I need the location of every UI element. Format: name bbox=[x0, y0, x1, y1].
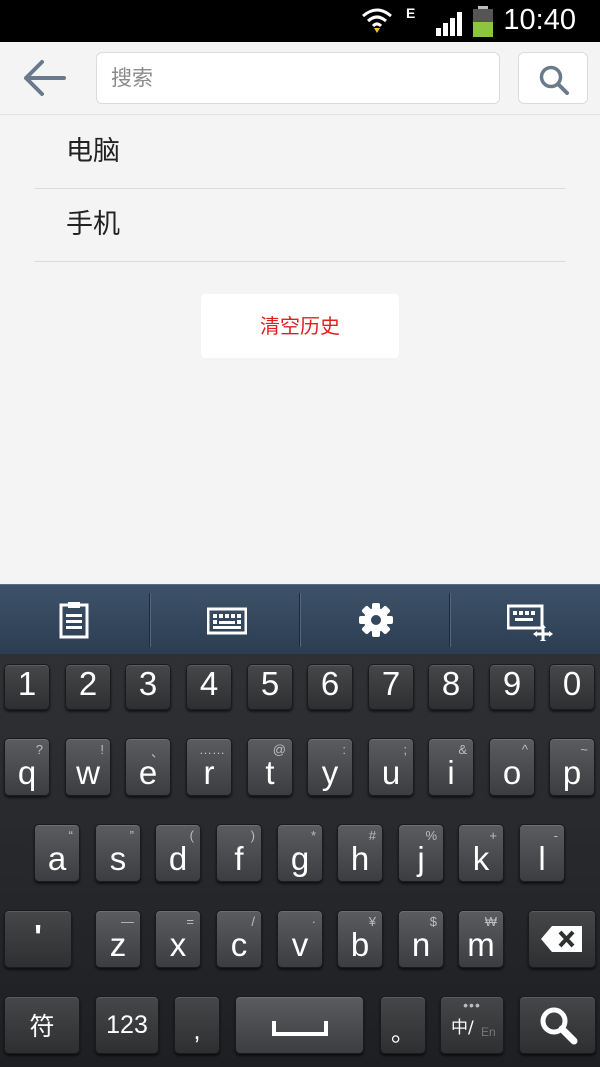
key-8[interactable]: 8 bbox=[428, 664, 474, 710]
clock: 10:40 bbox=[503, 4, 576, 36]
key-5[interactable]: 5 bbox=[247, 664, 293, 710]
search-input[interactable] bbox=[96, 52, 500, 104]
status-bar: E 10:40 bbox=[0, 0, 600, 42]
clear-history-button[interactable]: 清空历史 bbox=[201, 294, 399, 358]
key-r[interactable]: …… r bbox=[186, 738, 232, 796]
key-y[interactable]: :y bbox=[307, 738, 353, 796]
network-type: E bbox=[406, 5, 416, 21]
key-p[interactable]: ~ p bbox=[549, 738, 595, 796]
key-search[interactable] bbox=[519, 996, 596, 1054]
wifi-icon bbox=[360, 6, 394, 40]
keyboard-resize-button[interactable] bbox=[450, 585, 600, 655]
key-comma[interactable]: , bbox=[174, 996, 220, 1054]
key-0[interactable]: 0 bbox=[549, 664, 595, 710]
keyboard-icon bbox=[207, 607, 247, 635]
key-a[interactable]: “a bbox=[34, 824, 80, 882]
key-w[interactable]: ! w bbox=[65, 738, 111, 796]
search-button[interactable] bbox=[518, 52, 588, 104]
keyboard-toolbar bbox=[0, 584, 600, 655]
key-space[interactable] bbox=[235, 996, 364, 1054]
back-button[interactable] bbox=[18, 55, 72, 101]
key-h[interactable]: # h bbox=[337, 824, 383, 882]
keyboard-resize-icon bbox=[507, 604, 553, 641]
key-k[interactable]: + k bbox=[458, 824, 504, 882]
keyboard-settings-button[interactable] bbox=[300, 585, 450, 655]
key-l[interactable]: -l bbox=[519, 824, 565, 882]
key-period[interactable]: 。 bbox=[380, 996, 426, 1054]
key-4[interactable]: 4 bbox=[186, 664, 232, 710]
keyboard-mode-button[interactable] bbox=[150, 585, 300, 655]
key-s[interactable]: ” s bbox=[95, 824, 141, 882]
key-x[interactable]: = x bbox=[155, 910, 201, 968]
history-item[interactable]: 电脑 bbox=[34, 116, 566, 189]
search-icon bbox=[539, 65, 569, 95]
key-f[interactable]: ) f bbox=[216, 824, 262, 882]
key-language-switch[interactable]: ••• 中/ En bbox=[440, 996, 504, 1054]
signal-icon bbox=[436, 10, 466, 40]
key-u[interactable]: ; u bbox=[368, 738, 414, 796]
search-history-list: 电脑 手机 bbox=[34, 116, 566, 262]
history-item[interactable]: 手机 bbox=[34, 189, 566, 262]
clipboard-icon bbox=[59, 602, 89, 639]
key-backspace[interactable] bbox=[528, 910, 596, 968]
key-3[interactable]: 3 bbox=[125, 664, 171, 710]
key-z[interactable]: — z bbox=[95, 910, 141, 968]
key-b[interactable]: ¥ b bbox=[337, 910, 383, 968]
search-bar bbox=[0, 42, 600, 115]
key-q[interactable]: ? q bbox=[4, 738, 50, 796]
key-2[interactable]: 2 bbox=[65, 664, 111, 710]
more-dots-icon: ••• bbox=[463, 997, 481, 1013]
key-numbers[interactable]: 123 bbox=[95, 996, 159, 1054]
clipboard-button[interactable] bbox=[0, 585, 150, 655]
soft-keyboard: 1 2 3 4 5 6 7 8 9 0 ? q ! w 、 e …… r @ t :y ;… bbox=[0, 654, 600, 1067]
back-arrow-icon bbox=[24, 60, 66, 96]
battery-icon bbox=[472, 6, 494, 42]
key-t[interactable]: @ t bbox=[247, 738, 293, 796]
space-icon bbox=[272, 1021, 328, 1036]
key-9[interactable]: 9 bbox=[489, 664, 535, 710]
key-o[interactable]: ^ o bbox=[489, 738, 535, 796]
key-7[interactable]: 7 bbox=[368, 664, 414, 710]
search-icon bbox=[540, 1007, 578, 1045]
key-g[interactable]: * g bbox=[277, 824, 323, 882]
key-j[interactable]: % j bbox=[398, 824, 444, 882]
key-m[interactable]: ₩ m bbox=[458, 910, 504, 968]
settings-gear-icon bbox=[359, 603, 393, 637]
key-6[interactable]: 6 bbox=[307, 664, 353, 710]
key-apostrophe[interactable]: ' bbox=[4, 910, 72, 968]
key-symbols[interactable]: 符 bbox=[4, 996, 80, 1054]
key-v[interactable]: · v bbox=[277, 910, 323, 968]
backspace-icon bbox=[541, 926, 582, 952]
key-d[interactable]: (d bbox=[155, 824, 201, 882]
key-1[interactable]: 1 bbox=[4, 664, 50, 710]
key-e[interactable]: 、 e bbox=[125, 738, 171, 796]
key-n[interactable]: $ n bbox=[398, 910, 444, 968]
key-c[interactable]: / c bbox=[216, 910, 262, 968]
key-i[interactable]: & i bbox=[428, 738, 474, 796]
